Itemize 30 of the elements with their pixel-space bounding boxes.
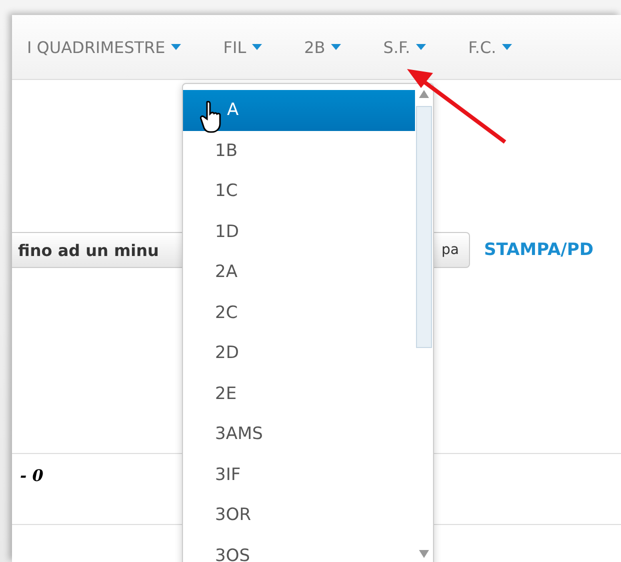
dropdown-item[interactable]: A bbox=[183, 90, 415, 130]
dropdown-item[interactable]: 3OR bbox=[183, 495, 415, 536]
caret-icon bbox=[331, 44, 342, 50]
menu-dropdown[interactable]: F.C. bbox=[468, 38, 512, 56]
menu-dropdown[interactable]: FIL bbox=[223, 38, 262, 56]
dropdown-item[interactable]: 2D bbox=[183, 333, 415, 374]
button-label: pa bbox=[442, 242, 459, 258]
dropdown-item[interactable]: 2E bbox=[183, 374, 415, 414]
print-link[interactable]: STAMPA/PD bbox=[484, 240, 594, 260]
dropdown-item[interactable]: 3IF bbox=[183, 454, 415, 495]
menu-dropdown[interactable]: 2B bbox=[304, 38, 342, 56]
menu-dropdown[interactable]: S.F. bbox=[383, 38, 426, 56]
menu-dropdown[interactable]: I QUADRIMESTRE bbox=[27, 38, 182, 56]
scrollbar[interactable] bbox=[415, 84, 433, 562]
scroll-down-icon[interactable] bbox=[419, 550, 429, 558]
dropdown-item[interactable]: 3AMS bbox=[183, 414, 415, 454]
dropdown-item[interactable]: 1C bbox=[183, 171, 415, 212]
caret-icon bbox=[416, 44, 426, 50]
caret-icon bbox=[502, 44, 512, 50]
caret-icon bbox=[252, 44, 262, 50]
dropdown-item[interactable]: 1B bbox=[183, 130, 415, 171]
caret-icon bbox=[171, 44, 182, 50]
scroll-up-icon[interactable] bbox=[419, 90, 429, 98]
dropdown-item[interactable]: 1D bbox=[183, 212, 415, 252]
scrollbar-thumb[interactable] bbox=[416, 106, 432, 348]
dropdown-item[interactable]: 2A bbox=[183, 252, 415, 292]
button-label: fino ad un minu bbox=[18, 240, 159, 260]
table-cell-text: - 0 bbox=[19, 465, 44, 487]
dropdown-item[interactable]: 3OS bbox=[183, 536, 415, 562]
dropdown-item[interactable]: 2C bbox=[183, 292, 415, 333]
